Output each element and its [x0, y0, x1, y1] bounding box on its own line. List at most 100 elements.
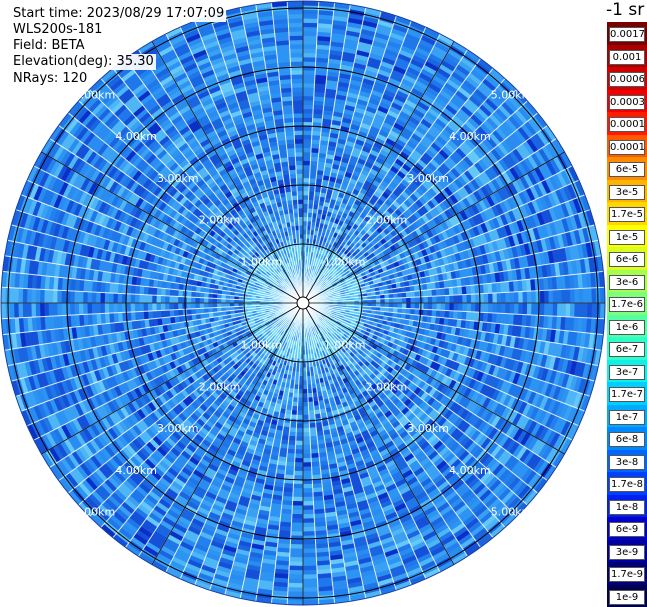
range-gate: [130, 302, 136, 313]
range-gate: [164, 302, 170, 311]
range-gate: [18, 302, 24, 319]
range-gate: [397, 302, 403, 309]
range-gate: [199, 297, 205, 304]
range-gate: [173, 302, 179, 310]
range-gate: [194, 302, 200, 309]
range-gate: [297, 406, 304, 412]
range-gate: [308, 410, 315, 416]
range-gate: [13, 287, 19, 304]
range-gate: [288, 574, 304, 580]
range-gate: [296, 423, 304, 429]
range-gate: [177, 289, 184, 297]
range-gate: [302, 406, 309, 412]
range-gate: [435, 309, 442, 318]
range-gate: [302, 565, 318, 571]
range-gate: [466, 302, 472, 313]
range-gate: [574, 302, 580, 318]
range-gate: [483, 302, 489, 313]
range-gate: [48, 302, 54, 317]
range-gate: [190, 291, 196, 298]
range-gate: [160, 302, 166, 311]
range-gate: [310, 440, 319, 446]
range-gate: [297, 401, 304, 407]
range-gate: [52, 302, 58, 317]
range-gate: [18, 287, 24, 304]
range-gate: [194, 297, 200, 304]
range-gate: [302, 552, 317, 558]
range-gate: [423, 302, 429, 310]
range-gate: [212, 302, 218, 308]
range-gate: [35, 302, 41, 318]
range-gate: [13, 302, 19, 319]
range-gate: [296, 414, 304, 420]
range-gate: [297, 393, 304, 399]
range-gate: [26, 288, 32, 304]
range-gate: [181, 296, 187, 304]
range-gate: [39, 289, 45, 304]
range-gate: [78, 302, 84, 315]
range-gate: [302, 548, 317, 554]
range-gate: [117, 293, 123, 304]
range-gate: [296, 427, 304, 433]
range-gate: [294, 453, 304, 459]
range-gate: [212, 298, 218, 304]
range-gate: [186, 302, 192, 310]
range-gate: [302, 505, 315, 511]
range-gate: [117, 302, 123, 313]
range-gate: [302, 457, 312, 463]
range-gate: [419, 302, 425, 310]
range-gate: [569, 302, 576, 318]
range-gate: [289, 422, 297, 429]
range-gate: [289, 556, 304, 563]
range-gate: [48, 289, 54, 304]
range-gate: [448, 310, 455, 320]
range-gate: [151, 286, 158, 296]
range-gate: [56, 302, 62, 317]
range-gate: [74, 290, 80, 304]
range-gate: [288, 578, 304, 584]
range-gate: [108, 292, 114, 304]
range-gate: [169, 288, 175, 297]
range-gate: [302, 544, 317, 550]
range-gate: [414, 308, 420, 316]
range-gate: [298, 388, 304, 394]
range-gate: [87, 291, 93, 304]
range-gate: [302, 513, 315, 519]
range-gate: [130, 293, 136, 304]
range-gate: [302, 569, 318, 576]
range-gate: [164, 288, 171, 297]
range-gate: [95, 291, 101, 304]
range-gate: [422, 309, 429, 317]
range-gate: [587, 302, 593, 319]
range-gate: [302, 509, 315, 515]
range-gate: [302, 440, 311, 446]
range-gate: [164, 295, 170, 304]
range-gate: [302, 432, 311, 437]
range-gate: [181, 302, 187, 310]
range-gate: [295, 436, 304, 442]
range-gate: [289, 544, 304, 550]
ppi-plot[interactable]: 1.00km 1.00km1.00km 1.00km2.00km 2.00km2.00…: [0, 0, 607, 607]
range-gate: [410, 308, 416, 315]
range-gate: [302, 449, 312, 455]
range-gate: [496, 302, 502, 314]
range-gate: [302, 591, 319, 597]
range-gate: [302, 414, 310, 420]
range-gate: [43, 289, 50, 304]
range-gate: [302, 388, 308, 394]
range-gate: [291, 410, 298, 416]
range-gate: [177, 296, 183, 304]
range-gate: [287, 587, 304, 593]
range-gate: [302, 444, 311, 450]
range-gate: [548, 302, 554, 317]
range-gate: [410, 302, 416, 310]
range-gate: [288, 569, 304, 576]
range-gate: [292, 500, 304, 506]
range-gate: [295, 444, 304, 450]
range-gate: [401, 302, 407, 309]
range-gate: [138, 294, 144, 304]
range-gate: [297, 397, 304, 403]
range-gate: [291, 509, 304, 515]
range-gate: [74, 302, 80, 316]
range-gate: [65, 290, 71, 304]
